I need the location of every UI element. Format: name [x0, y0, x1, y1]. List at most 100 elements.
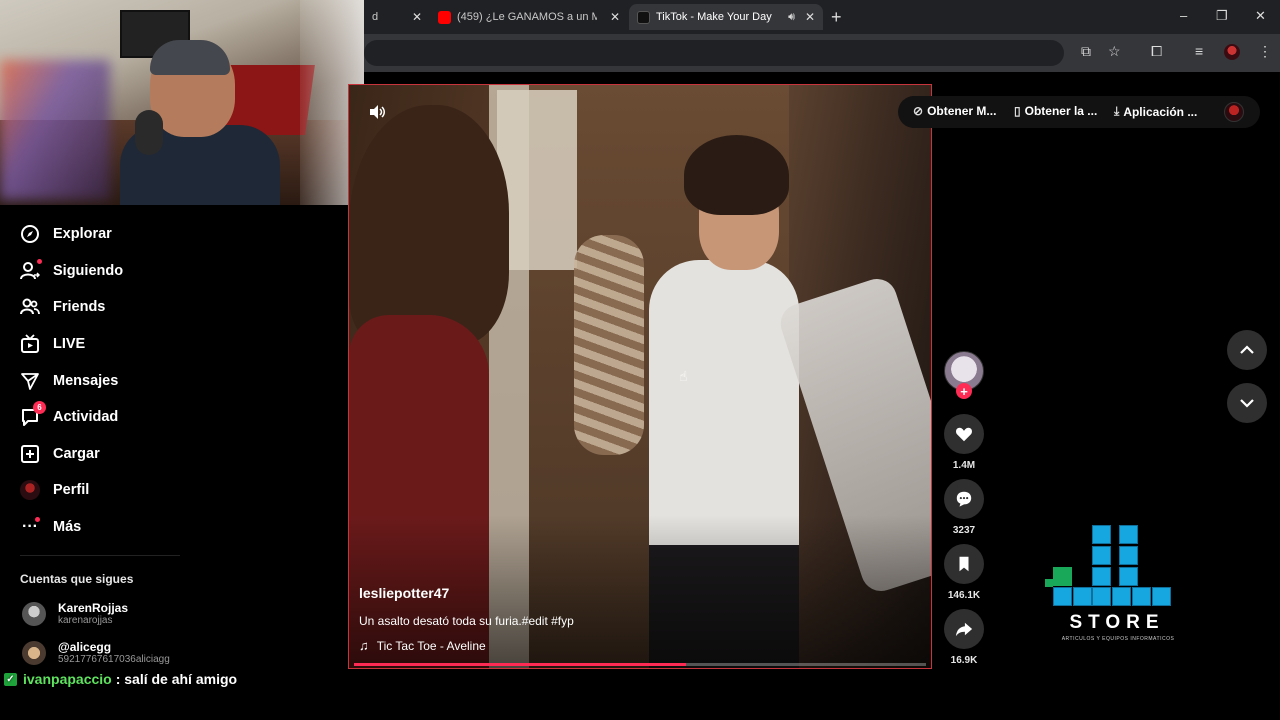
- tab-title: d: [372, 11, 379, 23]
- speaker-icon[interactable]: 🔊︎: [788, 11, 795, 24]
- music-title: Tic Tac Toe - Aveline: [376, 638, 486, 653]
- new-tab-button[interactable]: +: [831, 7, 842, 28]
- tab-title: TikTok - Make Your Day: [656, 11, 772, 23]
- activity-icon: 6: [20, 401, 46, 427]
- share-count: 16.9K: [950, 655, 978, 666]
- music-note-icon: ♫: [359, 638, 369, 653]
- sidebar-item-label: Friends: [53, 299, 106, 315]
- install-app-icon[interactable]: ⧉: [1081, 43, 1091, 60]
- video-progress-bar[interactable]: [354, 663, 926, 666]
- compass-icon: [20, 224, 40, 244]
- following-section-title: Cuentas que sigues: [20, 572, 134, 586]
- previous-video-button[interactable]: [1227, 330, 1267, 370]
- verified-check-icon: ✓: [4, 672, 17, 686]
- video-skateboard: [574, 235, 644, 455]
- close-tab-icon[interactable]: ✕: [412, 10, 422, 24]
- desktop-app-button[interactable]: ⤓ Aplicación ...: [1114, 104, 1197, 119]
- sidebar-item-live[interactable]: LIVE: [20, 329, 85, 359]
- sidebar-item-label: Más: [53, 519, 82, 535]
- youtube-favicon-icon: [438, 10, 451, 24]
- sidebar-item-label: Cargar: [53, 446, 100, 462]
- close-tab-icon[interactable]: ✕: [805, 10, 815, 24]
- video-author-link[interactable]: lesliepotter47: [359, 585, 449, 601]
- sidebar-item-label: Actividad: [53, 409, 119, 425]
- sidebar-item-label: Perfil: [53, 482, 90, 498]
- chat-text: : salí de ahí amigo: [115, 671, 238, 687]
- profile-avatar-icon[interactable]: [1224, 44, 1240, 60]
- save-button[interactable]: [944, 544, 984, 584]
- follow-plus-icon[interactable]: +: [956, 383, 972, 399]
- browser-tab-3[interactable]: TikTok - Make Your Day 🔊︎ ✕: [629, 4, 823, 30]
- account-name: KarenRojjas: [58, 601, 129, 615]
- maximize-button[interactable]: ❐: [1216, 8, 1228, 24]
- notification-dot: [35, 517, 40, 522]
- video-caption: Un asalto desató toda su furia.#edit #fy…: [359, 614, 574, 628]
- sidebar-item-mas[interactable]: ··· Más: [20, 512, 81, 542]
- store-logo-tagline: ARTICULOS Y EQUIPOS INFORMATICOS: [1061, 636, 1175, 642]
- get-app-button[interactable]: ▯ Obtener la ...: [1014, 104, 1097, 118]
- send-icon: [20, 371, 40, 391]
- sidebar-item-friends[interactable]: Friends: [20, 292, 105, 322]
- sidebar-item-cargar[interactable]: Cargar: [20, 439, 100, 469]
- avatar: [22, 601, 46, 626]
- like-button[interactable]: [944, 414, 984, 454]
- more-dots-icon: ···: [20, 517, 40, 537]
- stream-chat-message: ✓ ivanpapaccio : salí de ahí amigo: [4, 671, 237, 687]
- save-count: 146.1K: [947, 590, 981, 601]
- following-account[interactable]: KarenRojjas karenarojjas: [22, 601, 128, 626]
- share-arrow-icon: [955, 622, 973, 637]
- sidebar-item-perfil[interactable]: Perfil: [20, 475, 89, 505]
- next-video-button[interactable]: [1227, 383, 1267, 423]
- profile-avatar-icon: [20, 480, 40, 500]
- volume-icon[interactable]: [368, 103, 386, 121]
- account-name: @alicegg: [58, 640, 112, 654]
- browser-tab-1[interactable]: d ✕: [364, 4, 430, 30]
- notification-dot: [37, 259, 42, 264]
- media-control-icon[interactable]: ≡: [1195, 43, 1203, 59]
- sidebar-item-label: LIVE: [53, 336, 86, 352]
- bookmark-star-icon[interactable]: ☆: [1108, 43, 1121, 60]
- minimize-button[interactable]: –: [1180, 8, 1187, 23]
- tab-title: (459) ¿Le GANAMOS a un MILA: [457, 11, 597, 23]
- close-window-button[interactable]: ✕: [1255, 8, 1266, 24]
- video-woman-hair: [349, 105, 509, 345]
- phone-icon: ▯: [1014, 104, 1021, 118]
- chat-username: ivanpapaccio: [23, 671, 112, 687]
- comment-count: 3237: [952, 525, 976, 536]
- sidebar-item-mensajes[interactable]: Mensajes: [20, 366, 118, 396]
- like-count: 1.4M: [952, 460, 976, 471]
- browser-tab-2[interactable]: (459) ¿Le GANAMOS a un MILA ✕: [430, 4, 628, 30]
- chevron-down-icon: [1240, 399, 1254, 408]
- video-player[interactable]: [348, 84, 932, 669]
- pill-label: Obtener M...: [927, 104, 997, 118]
- tiktok-favicon-icon: [637, 10, 650, 24]
- share-button[interactable]: [944, 609, 984, 649]
- comment-icon: [956, 491, 972, 507]
- coin-icon: ⊘: [913, 104, 924, 118]
- pill-label: Obtener la ...: [1024, 104, 1098, 118]
- comment-button[interactable]: [944, 479, 984, 519]
- sidebar-item-explorar[interactable]: Explorar: [20, 219, 112, 249]
- upload-plus-icon: [20, 444, 40, 464]
- sidebar-item-label: Explorar: [53, 226, 112, 242]
- sidebar-item-siguiendo[interactable]: Siguiendo: [20, 256, 123, 286]
- menu-kebab-icon[interactable]: ⋮: [1258, 43, 1272, 60]
- sidebar-item-label: Siguiendo: [53, 263, 124, 279]
- user-avatar[interactable]: [1224, 102, 1244, 122]
- sidebar-item-label: Mensajes: [53, 373, 119, 389]
- close-tab-icon[interactable]: ✕: [610, 10, 620, 24]
- address-bar[interactable]: [364, 40, 1064, 66]
- sidebar-divider: [20, 555, 180, 556]
- extensions-icon[interactable]: ⧠: [1151, 43, 1162, 60]
- webcam-microphone: [135, 110, 163, 155]
- video-music-link[interactable]: ♫ Tic Tac Toe - Aveline: [359, 638, 486, 653]
- heart-icon: [956, 427, 972, 442]
- chevron-up-icon: [1240, 345, 1254, 354]
- following-account[interactable]: @alicegg 5921776761703​6aliciagg: [22, 640, 170, 665]
- sidebar-item-actividad[interactable]: 6 Actividad: [20, 401, 119, 432]
- store-logo-name: STORE: [1069, 612, 1165, 633]
- webcam-streamer-cap: [150, 40, 230, 75]
- activity-badge: 6: [33, 401, 46, 414]
- get-coins-button[interactable]: ⊘ Obtener M...: [913, 104, 996, 118]
- download-icon: ⤓: [1114, 104, 1120, 118]
